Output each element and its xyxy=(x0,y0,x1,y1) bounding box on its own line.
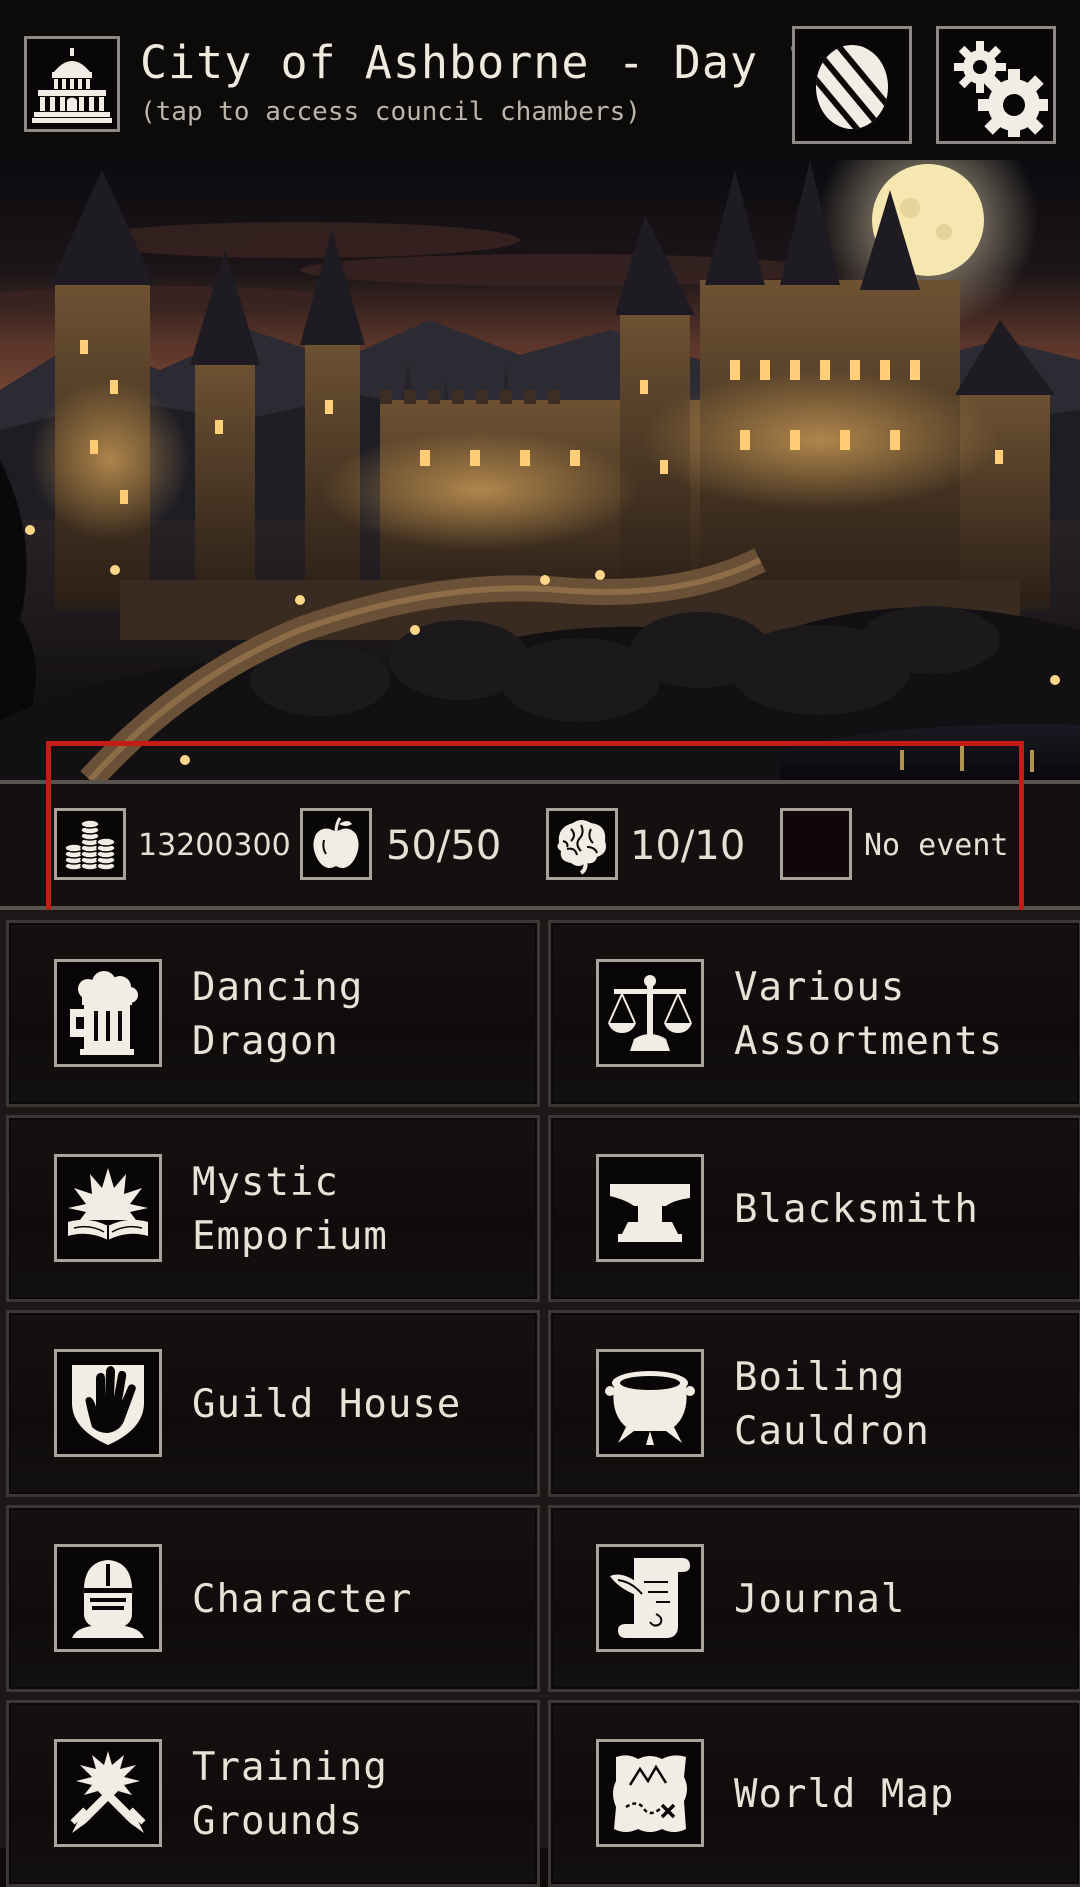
magic-book-icon xyxy=(54,1154,162,1262)
capitol-building-icon[interactable] xyxy=(24,36,120,132)
location-label: Mystic Emporium xyxy=(192,1160,388,1259)
location-label: Character xyxy=(192,1577,413,1622)
gears-icon[interactable] xyxy=(936,26,1056,144)
location-dancing-dragon[interactable]: Dancing Dragon xyxy=(6,920,540,1107)
city-title-area[interactable]: City of Ashborne - Day 1 (tap to access … xyxy=(140,36,814,127)
location-label: Blacksmith xyxy=(734,1187,979,1232)
crossed-swords-icon xyxy=(54,1739,162,1847)
location-label: Training Grounds xyxy=(192,1745,388,1844)
location-blacksmith[interactable]: Blacksmith xyxy=(548,1115,1080,1302)
location-journal[interactable]: Journal xyxy=(548,1505,1080,1692)
location-character[interactable]: Character xyxy=(6,1505,540,1692)
quill-scroll-icon xyxy=(596,1544,704,1652)
apple-icon xyxy=(300,808,372,880)
location-training-grounds[interactable]: Training Grounds xyxy=(6,1700,540,1887)
anvil-icon xyxy=(596,1154,704,1262)
scales-icon xyxy=(596,959,704,1067)
sanity-amount: 10/10 xyxy=(630,823,746,869)
location-label: Dancing Dragon xyxy=(192,965,364,1064)
knight-helmet-icon xyxy=(54,1544,162,1652)
location-world-map[interactable]: World Map xyxy=(548,1700,1080,1887)
location-boiling-cauldron[interactable]: Boiling Cauldron xyxy=(548,1310,1080,1497)
brain-icon xyxy=(546,808,618,880)
castle-illustration xyxy=(0,160,1080,780)
location-mystic-emporium[interactable]: Mystic Emporium xyxy=(6,1115,540,1302)
location-label: World Map xyxy=(734,1772,955,1817)
coin-stacks-icon xyxy=(54,808,126,880)
page-subtitle: (tap to access council chambers) xyxy=(140,97,641,127)
striped-egg-icon[interactable] xyxy=(792,26,912,144)
location-various-assortments[interactable]: Various Assortments xyxy=(548,920,1080,1107)
location-label: Boiling Cauldron xyxy=(734,1355,930,1454)
event-status: No event xyxy=(864,828,1009,863)
location-label: Journal xyxy=(734,1577,906,1622)
location-label: Guild House xyxy=(192,1382,462,1427)
header-bar: City of Ashborne - Day 1 (tap to access … xyxy=(0,0,1080,160)
empty-event-slot xyxy=(780,808,852,880)
page-title[interactable]: City of Ashborne - Day 1 xyxy=(140,36,814,89)
food-amount: 50/50 xyxy=(386,823,502,869)
hand-shield-icon xyxy=(54,1349,162,1457)
gold-amount: 13200300 xyxy=(138,828,291,863)
cauldron-icon xyxy=(596,1349,704,1457)
beer-mug-icon xyxy=(54,959,162,1067)
location-guild-house[interactable]: Guild House xyxy=(6,1310,540,1497)
treasure-map-icon xyxy=(596,1739,704,1847)
location-label: Various Assortments xyxy=(734,965,1004,1064)
